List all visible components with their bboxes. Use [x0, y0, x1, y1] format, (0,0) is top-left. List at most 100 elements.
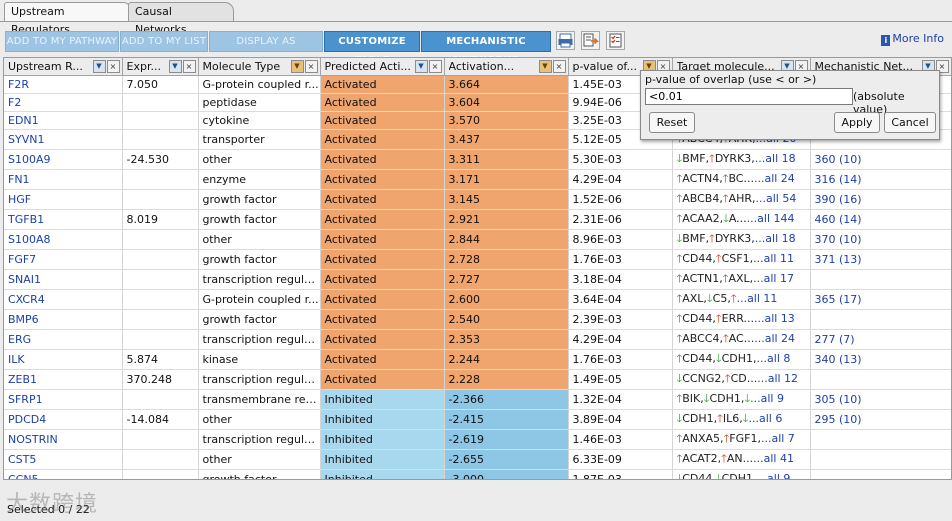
remove-column-icon[interactable]: × — [106, 60, 120, 73]
all-targets-link[interactable]: ...all 9 — [750, 392, 784, 405]
regulator-name-link[interactable]: NOSTRIN — [4, 429, 123, 450]
all-targets-link[interactable]: ...all 17 — [753, 272, 794, 285]
filter-icon[interactable]: ▼ — [538, 60, 552, 73]
regulator-name-link[interactable]: CCN5 — [4, 469, 123, 479]
cancel-button[interactable]: Cancel — [884, 112, 936, 133]
regulator-name-link[interactable]: HGF — [4, 189, 123, 210]
display-as-network-button[interactable]: DISPLAY AS NETWORK — [209, 31, 323, 66]
more-info-link[interactable]: i More Info — [881, 32, 944, 46]
regulator-name-link[interactable]: CST5 — [4, 449, 123, 470]
regulator-name-link[interactable]: EDN1 — [4, 111, 123, 130]
target-molecules-cell[interactable]: 🡑CD44,🡑CSF1,...all 11 — [672, 249, 811, 270]
target-molecules-cell[interactable]: 🡑ACTN1,🡑AXL,...all 17 — [672, 269, 811, 290]
col-expr-log-ratio-header[interactable]: Expr... ▼ × — [122, 58, 199, 76]
target-molecules-cell[interactable]: 🡓BMF,🡑DYRK3,...all 18 — [672, 229, 811, 250]
regulator-name-link[interactable]: SNAI1 — [4, 269, 123, 290]
col-predicted-activation-header[interactable]: Predicted Acti... ▼ × — [320, 58, 445, 76]
table-row[interactable]: SNAI1 transcription regulator Activated 2.7… — [4, 269, 951, 290]
mechanistic-network-link[interactable]: 295 (10) — [810, 409, 951, 430]
regulator-name-link[interactable]: ILK — [4, 349, 123, 370]
regulator-name-link[interactable]: F2 — [4, 93, 123, 112]
mechanistic-network-link[interactable]: 305 (10) — [810, 389, 951, 410]
all-targets-link[interactable]: ...all 11 — [737, 292, 778, 305]
table-row[interactable]: ZEB1 370.248 transcription regulator Activa… — [4, 369, 951, 390]
mechanistic-network-link[interactable]: 316 (14) — [810, 169, 951, 190]
all-targets-link[interactable]: ...all 7 — [761, 432, 795, 445]
mechanistic-network-link[interactable]: 365 (17) — [810, 289, 951, 310]
remove-column-icon[interactable]: × — [428, 60, 442, 73]
regulator-name-link[interactable]: S100A8 — [4, 229, 123, 250]
mechanistic-network-link[interactable] — [810, 429, 951, 450]
regulator-name-link[interactable]: BMP6 — [4, 309, 123, 330]
table-row[interactable]: NOSTRIN transcription regulator Inhibited -… — [4, 429, 951, 450]
export-icon[interactable] — [581, 31, 600, 50]
target-molecules-cell[interactable]: 🡑ANXA5,🡑FGF1,...all 7 — [672, 429, 811, 450]
add-to-my-list-button[interactable]: ADD TO MY LIST — [120, 31, 208, 52]
table-row[interactable]: BMP6 growth factor Activated 2.540 2.39E-03 🡑… — [4, 309, 951, 330]
all-targets-link[interactable]: ...all 24 — [754, 332, 795, 345]
table-row[interactable]: CST5 other Inhibited -2.655 6.33E-09 🡑ACAT2,🡑… — [4, 449, 951, 470]
filter-icon[interactable]: ▼ — [290, 60, 304, 73]
table-row[interactable]: S100A9 -24.530 other Activated 3.311 5.30E-03… — [4, 149, 951, 170]
regulator-name-link[interactable]: TGFB1 — [4, 209, 123, 230]
all-targets-link[interactable]: ...all 54 — [756, 192, 797, 205]
target-molecules-cell[interactable]: 🡓CCNG2,🡑CD......all 12 — [672, 369, 811, 390]
reset-button[interactable]: Reset — [649, 112, 695, 133]
all-targets-link[interactable]: ...all 144 — [747, 212, 795, 225]
target-molecules-cell[interactable]: 🡑AXL,🡓C5,🡑...all 11 — [672, 289, 811, 310]
customize-table-button[interactable]: CUSTOMIZE TABLE — [324, 31, 420, 66]
target-molecules-cell[interactable]: 🡑BIK,🡓CDH1,🡓...all 9 — [672, 389, 811, 410]
mechanistic-network-link[interactable] — [810, 369, 951, 390]
filter-icon[interactable]: ▼ — [92, 60, 106, 73]
mechanistic-network-link[interactable]: 371 (13) — [810, 249, 951, 270]
regulator-name-link[interactable]: ERG — [4, 329, 123, 350]
remove-column-icon[interactable]: × — [304, 60, 318, 73]
target-molecules-cell[interactable]: 🡓CD44,🡓CDH1,...all 9 — [672, 469, 811, 479]
regulator-name-link[interactable]: ZEB1 — [4, 369, 123, 390]
mechanistic-network-link[interactable]: 390 (16) — [810, 189, 951, 210]
mechanistic-networks-button[interactable]: MECHANISTIC NETWORKS — [421, 31, 551, 66]
mechanistic-network-link[interactable] — [810, 449, 951, 470]
filter-icon[interactable]: ▼ — [168, 60, 182, 73]
mechanistic-network-link[interactable]: 370 (10) — [810, 229, 951, 250]
add-to-my-pathway-button[interactable]: ADD TO MY PATHWAY — [5, 31, 119, 52]
regulator-name-link[interactable]: FGF7 — [4, 249, 123, 270]
remove-column-icon[interactable]: × — [552, 60, 566, 73]
checklist-icon[interactable] — [606, 31, 625, 50]
target-molecules-cell[interactable]: 🡓BMF,🡑DYRK3,...all 18 — [672, 149, 811, 170]
table-row[interactable]: TGFB1 8.019 growth factor Activated 2.921 2.3… — [4, 209, 951, 230]
all-targets-link[interactable]: ...all 41 — [753, 452, 794, 465]
table-row[interactable]: PDCD4 -14.084 other Inhibited -2.415 3.89E-04… — [4, 409, 951, 430]
apply-button[interactable]: Apply — [834, 112, 880, 133]
table-row[interactable]: HGF growth factor Activated 3.145 1.52E-06 🡑A… — [4, 189, 951, 210]
table-row[interactable]: ERG transcription regulator Activated 2.353… — [4, 329, 951, 350]
all-targets-link[interactable]: ...all 12 — [757, 372, 798, 385]
col-activation-z-score-header[interactable]: Activation... ▼ × — [444, 58, 569, 76]
mechanistic-network-link[interactable] — [810, 309, 951, 330]
target-molecules-cell[interactable]: 🡑ABCB4,🡑AHR,...all 54 — [672, 189, 811, 210]
target-molecules-cell[interactable]: 🡑ACAA2,🡓A......all 144 — [672, 209, 811, 230]
regulator-name-link[interactable]: PDCD4 — [4, 409, 123, 430]
table-row[interactable]: FN1 enzyme Activated 3.171 4.29E-04 🡑ACTN4,🡑B… — [4, 169, 951, 190]
target-molecules-cell[interactable]: 🡑ACTN4,🡑BC......all 24 — [672, 169, 811, 190]
table-row[interactable]: SFRP1 transmembrane rece... Inhibited -2.36… — [4, 389, 951, 410]
all-targets-link[interactable]: ...all 18 — [755, 232, 796, 245]
mechanistic-network-link[interactable] — [810, 469, 951, 479]
target-molecules-cell[interactable]: 🡑ACAT2,🡑AN......all 41 — [672, 449, 811, 470]
regulator-name-link[interactable]: SFRP1 — [4, 389, 123, 410]
all-targets-link[interactable]: ...all 8 — [757, 352, 791, 365]
table-row[interactable]: ILK 5.874 kinase Activated 2.244 1.76E-03 🡑CD4… — [4, 349, 951, 370]
mechanistic-network-link[interactable]: 360 (10) — [810, 149, 951, 170]
p-value-filter-input[interactable] — [645, 88, 853, 105]
regulator-name-link[interactable]: S100A9 — [4, 149, 123, 170]
all-targets-link[interactable]: ...all 13 — [754, 312, 795, 325]
tab-upstream-regulators[interactable]: Upstream Regulators — [4, 2, 132, 36]
mechanistic-network-link[interactable] — [810, 269, 951, 290]
table-row[interactable]: CCN5 growth factor Inhibited -3.000 1.87E-03… — [4, 469, 951, 479]
regulator-name-link[interactable]: F2R — [4, 75, 123, 94]
remove-column-icon[interactable]: × — [182, 60, 196, 73]
mechanistic-network-link[interactable]: 460 (14) — [810, 209, 951, 230]
regulator-name-link[interactable]: CXCR4 — [4, 289, 123, 310]
all-targets-link[interactable]: ...all 24 — [754, 172, 795, 185]
table-row[interactable]: CXCR4 G-protein coupled r... Activated 2.60… — [4, 289, 951, 310]
